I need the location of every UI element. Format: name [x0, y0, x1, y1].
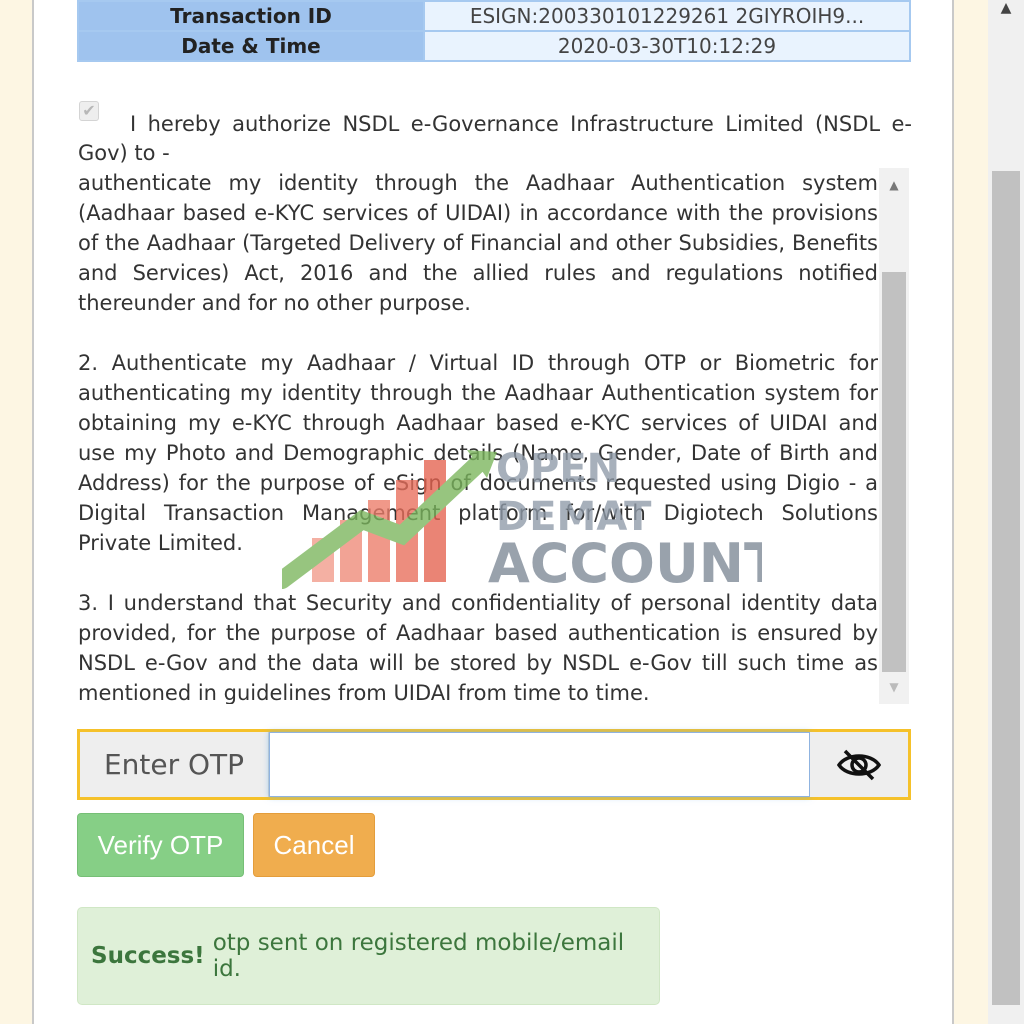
alert-message: otp sent on registered mobile/email id.	[212, 930, 625, 982]
date-time-value: 2020-03-30T10:12:29	[423, 30, 911, 62]
page-scroll-up-arrow-icon[interactable]: ▲	[988, 0, 1024, 20]
transaction-info-table: Transaction ID ESIGN:200330101229261 2GI…	[77, 0, 911, 62]
page-scrollbar[interactable]: ▲	[988, 0, 1024, 1024]
transaction-id-value: ESIGN:200330101229261 2GIYROIH9...	[423, 0, 911, 32]
otp-input-group: Enter OTP	[77, 729, 911, 800]
toggle-otp-visibility-button[interactable]	[810, 732, 908, 797]
scroll-down-arrow-icon[interactable]: ▼	[879, 676, 909, 698]
verify-otp-button[interactable]: Verify OTP	[77, 813, 244, 877]
success-alert: Success! otp sent on registered mobile/e…	[77, 907, 660, 1005]
consent-paragraph-2: 2. Authenticate my Aadhaar / Virtual ID …	[78, 351, 878, 555]
eye-slash-icon	[837, 749, 881, 780]
transaction-id-label: Transaction ID	[77, 0, 425, 32]
consent-intro: I hereby authorize NSDL e-Governance Inf…	[78, 112, 912, 165]
cancel-button[interactable]: Cancel	[253, 813, 375, 877]
otp-label: Enter OTP	[80, 732, 269, 797]
consent-scrollbar[interactable]: ▲ ▼	[879, 168, 909, 704]
table-row: Date & Time 2020-03-30T10:12:29	[77, 30, 911, 62]
otp-input[interactable]	[269, 732, 810, 797]
page-scroll-thumb[interactable]	[992, 171, 1020, 1005]
date-time-label: Date & Time	[77, 30, 425, 62]
table-row: Transaction ID ESIGN:200330101229261 2GI…	[77, 0, 911, 32]
scroll-up-arrow-icon[interactable]: ▲	[879, 174, 909, 196]
consent-scroll-thumb[interactable]	[882, 272, 906, 672]
consent-paragraph-1: authenticate my identity through the Aad…	[78, 171, 878, 315]
consent-paragraph-3: 3. I understand that Security and confid…	[78, 591, 878, 704]
consent-text-box[interactable]: authenticate my identity through the Aad…	[78, 168, 878, 704]
alert-title: Success!	[91, 943, 205, 969]
